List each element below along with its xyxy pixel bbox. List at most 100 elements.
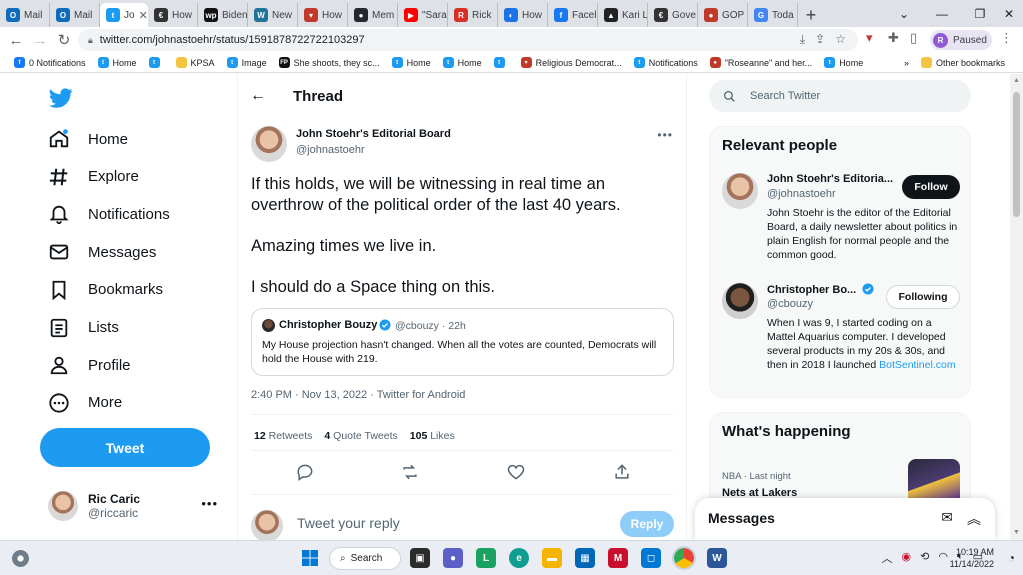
browser-tab[interactable]: ● Mem	[348, 3, 398, 27]
quoted-tweet[interactable]: Christopher Bouzy @cbouzy · 22h My House…	[251, 308, 674, 376]
browser-tab[interactable]: O Mail	[0, 3, 50, 27]
reload-icon[interactable]: ↻	[52, 28, 76, 52]
bookmark-item[interactable]: FP She shoots, they sc...	[273, 57, 386, 68]
bio-link[interactable]: BotSentinel.com	[879, 359, 955, 371]
bookmark-item[interactable]: f 0 Notifications	[8, 57, 92, 68]
task-view-icon[interactable]: ▣	[410, 548, 430, 568]
word-icon[interactable]: W	[707, 548, 727, 568]
edge-icon[interactable]: e	[509, 548, 529, 568]
person-name[interactable]: John Stoehr's Editoria...	[767, 173, 893, 185]
browser-tab[interactable]: G Toda	[748, 3, 798, 27]
bookmark-item[interactable]: KPSA	[170, 57, 221, 68]
puzzle-extensions-icon[interactable]: ✚	[888, 30, 899, 46]
quotes-stat[interactable]: 4 Quote Tweets	[324, 430, 397, 442]
browser-tab[interactable]: t Jo ✕	[100, 3, 148, 27]
author-name[interactable]: John Stoehr's Editorial Board	[296, 128, 451, 140]
person-handle[interactable]: @johnastoehr	[767, 188, 836, 200]
likes-stat[interactable]: 105 Likes	[410, 430, 455, 442]
nav-item-bookmarks[interactable]: Bookmarks	[48, 272, 163, 308]
mcafee-icon[interactable]: M	[608, 548, 628, 568]
browser-tab[interactable]: € How	[148, 3, 198, 27]
nav-item-home[interactable]: Home	[48, 121, 128, 157]
tray-mcafee-icon[interactable]: ◉	[902, 550, 912, 566]
address-bar[interactable]: 🔒︎ twitter.com/johnastoehr/status/159187…	[78, 29, 858, 51]
person-avatar[interactable]	[722, 283, 758, 319]
bookmark-item[interactable]: t	[488, 57, 515, 68]
nav-item-explore[interactable]: Explore	[48, 159, 139, 195]
scroll-down-icon[interactable]: ▼	[1013, 529, 1020, 536]
minimize-icon[interactable]: —	[923, 0, 961, 27]
install-icon[interactable]: ⤓	[800, 32, 805, 47]
expand-chevron-icon[interactable]: ︽	[967, 509, 981, 529]
browser-tab[interactable]: ● GOP	[698, 3, 748, 27]
profile-button[interactable]: R Paused	[930, 30, 992, 50]
menu-kebab-icon[interactable]: ⋮	[1000, 30, 1013, 46]
person-name[interactable]: Christopher Bo...	[767, 283, 874, 296]
tweet-button[interactable]: Tweet	[40, 428, 210, 467]
browser-tab[interactable]: wp Biden	[198, 3, 248, 27]
bookmark-item[interactable]: ▾ Religious Democrat...	[515, 57, 628, 68]
reply-button[interactable]: Reply	[620, 511, 674, 537]
browser-tab[interactable]: O Mail	[50, 3, 100, 27]
browser-tab[interactable]: ▶ "Sara	[398, 3, 448, 27]
nav-item-messages[interactable]: Messages	[48, 234, 156, 270]
new-message-icon[interactable]: ✉︎	[941, 509, 953, 529]
bookmark-item[interactable]: t Home	[386, 57, 437, 68]
new-tab-button[interactable]: +	[798, 3, 824, 27]
account-more-icon[interactable]: •••	[201, 496, 218, 511]
nav-item-profile[interactable]: Profile	[48, 347, 131, 383]
search-input[interactable]: Search Twitter	[709, 80, 971, 112]
share-icon[interactable]: ⇪	[815, 32, 825, 47]
scroll-up-icon[interactable]: ▲	[1013, 77, 1020, 84]
chrome-icon[interactable]	[672, 546, 696, 570]
like-heart-icon[interactable]	[506, 462, 526, 482]
browser-tab[interactable]: W New	[248, 3, 298, 27]
bookmark-item[interactable]: t Image	[221, 57, 273, 68]
windows-start-icon[interactable]	[300, 548, 320, 568]
author-avatar[interactable]	[251, 126, 287, 162]
nav-item-lists[interactable]: Lists	[48, 310, 119, 346]
browser-tab[interactable]: f Facel	[548, 3, 598, 27]
nav-item-more[interactable]: More	[48, 385, 122, 421]
store-icon[interactable]: ▦	[575, 548, 595, 568]
tweet-timestamp[interactable]: 2:40 PM · Nov 13, 2022 · Twitter for And…	[251, 389, 465, 401]
bookmark-item[interactable]: ● "Roseanne" and her...	[704, 57, 818, 68]
browser-tab[interactable]: ▾ How	[298, 3, 348, 27]
other-bookmarks[interactable]: Other bookmarks	[915, 57, 1011, 68]
person-avatar[interactable]	[722, 173, 758, 209]
l-app-icon[interactable]: L	[476, 548, 496, 568]
reply-input[interactable]: Tweet your reply	[297, 515, 400, 531]
chat-icon[interactable]: ●	[443, 548, 463, 568]
browser-tab[interactable]: ▲ Kari L	[598, 3, 648, 27]
bookmark-item[interactable]: t	[143, 57, 170, 68]
file-explorer-icon[interactable]: ▬	[542, 548, 562, 568]
back-arrow-icon[interactable]: ←	[250, 87, 266, 105]
follow-button[interactable]: Follow	[902, 175, 960, 199]
sidepanel-icon[interactable]: ▯	[910, 30, 917, 46]
bookmark-item[interactable]: t Home	[92, 57, 143, 68]
tweet-more-icon[interactable]: •••	[657, 128, 673, 142]
twitter-logo-icon[interactable]	[48, 86, 74, 110]
extension-icon[interactable]: ▾	[866, 30, 873, 46]
forward-icon[interactable]: →	[28, 28, 52, 52]
following-button[interactable]: Following	[886, 285, 960, 309]
close-tab-icon[interactable]: ✕	[139, 9, 148, 22]
bookmark-item[interactable]: t Notifications	[628, 57, 704, 68]
taskbar-clock[interactable]: 10:19 AM 11/14/2022	[944, 546, 994, 570]
app-icon[interactable]: ◻	[641, 548, 661, 568]
taskbar-search[interactable]: ⌕ Search	[329, 547, 401, 570]
back-icon[interactable]: ←	[4, 28, 28, 52]
browser-tab[interactable]: R Rick	[448, 3, 498, 27]
browser-tab[interactable]: ◐ How	[498, 3, 548, 27]
retweet-icon[interactable]	[400, 462, 420, 482]
page-scrollbar[interactable]: ▲ ▼	[1010, 74, 1023, 540]
retweets-stat[interactable]: 12 Retweets	[254, 430, 312, 442]
tray-chevron-icon[interactable]: ︿	[882, 550, 893, 566]
nav-item-notifications[interactable]: Notifications	[48, 196, 170, 232]
messages-dock[interactable]: Messages ✉︎ ︽	[695, 498, 995, 540]
browser-tab[interactable]: € Gove	[648, 3, 698, 27]
reply-icon[interactable]	[295, 462, 315, 482]
account-switcher[interactable]: Ric Caric @riccaric •••	[48, 488, 228, 524]
tray-sync-icon[interactable]: ⟲	[920, 550, 929, 566]
bookmark-item[interactable]: t Home	[818, 57, 869, 68]
